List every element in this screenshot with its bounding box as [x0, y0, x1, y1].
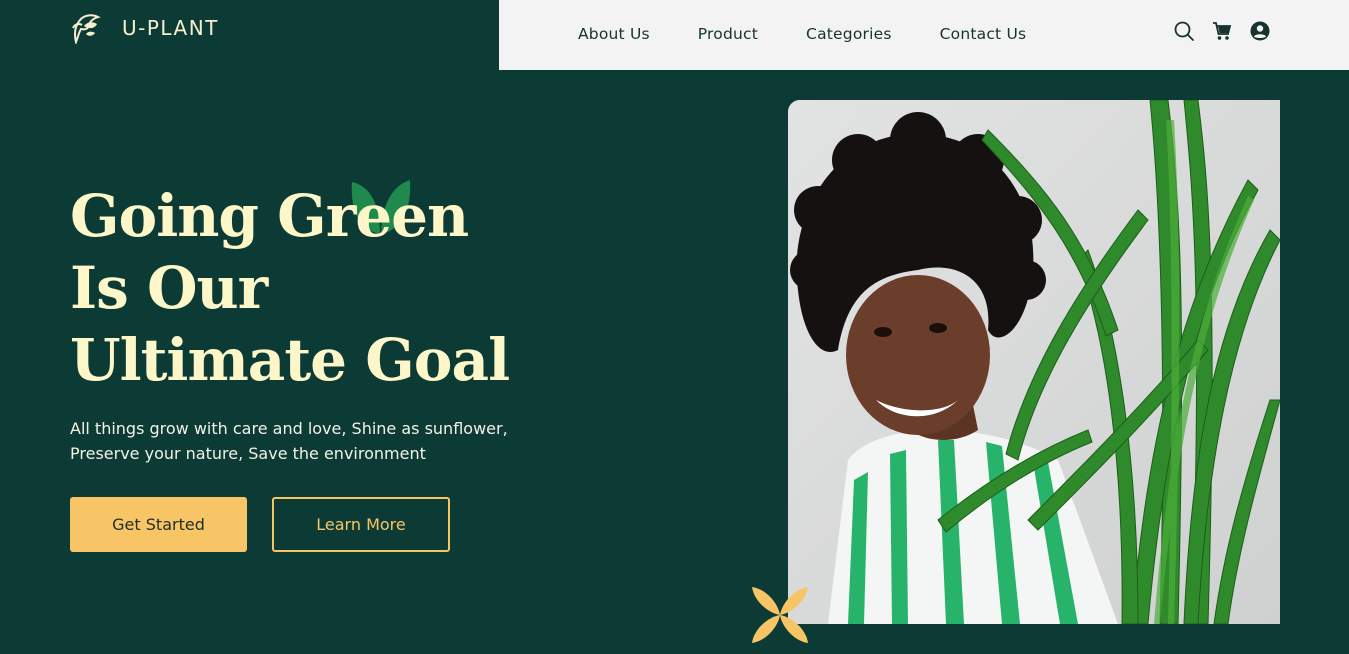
hero-title-line: Is Our [70, 254, 268, 322]
hero-title: Going Green Is Our Ultimate Goal [70, 180, 510, 396]
account-icon[interactable] [1249, 20, 1271, 42]
hero-title-line: Going Green [70, 182, 469, 250]
search-icon[interactable] [1173, 20, 1195, 42]
nav-icons [1173, 20, 1271, 42]
brand-logo[interactable]: U-PLANT [70, 12, 219, 44]
get-started-button[interactable]: Get Started [70, 497, 247, 552]
flower-decoration-icon [752, 587, 808, 643]
hero-subtitle-line: All things grow with care and love, Shin… [70, 419, 508, 438]
nav-link-about-us[interactable]: About Us [578, 25, 650, 43]
brand-name: U-PLANT [122, 16, 219, 40]
nav-link-product[interactable]: Product [698, 25, 758, 43]
hero-subtitle-line: Preserve your nature, Save the environme… [70, 444, 426, 463]
nav-link-categories[interactable]: Categories [806, 25, 892, 43]
learn-more-button[interactable]: Learn More [272, 497, 450, 552]
plant-logo-icon [72, 14, 101, 44]
hero-subtitle: All things grow with care and love, Shin… [70, 416, 540, 466]
hero-image [788, 100, 1280, 624]
cart-icon[interactable] [1211, 20, 1233, 42]
nav-link-contact-us[interactable]: Contact Us [940, 25, 1027, 43]
main-nav: About Us Product Categories Contact Us [578, 25, 1026, 43]
hero-title-line: Ultimate Goal [70, 326, 510, 394]
